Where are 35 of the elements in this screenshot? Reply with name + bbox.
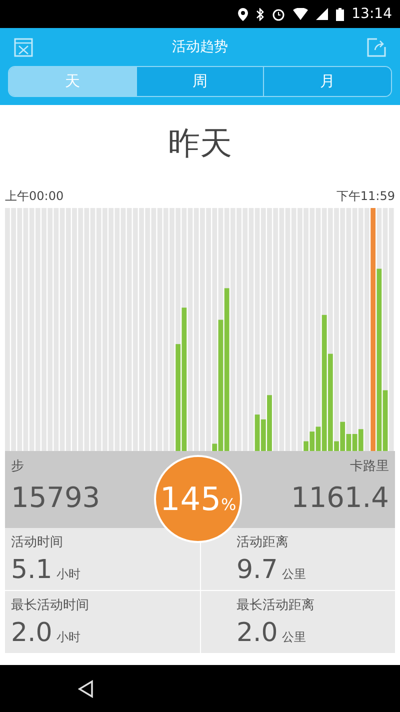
battery-icon [336, 8, 344, 20]
wifi-icon [292, 8, 308, 20]
stat-value: 5.1 [11, 555, 52, 585]
bluetooth-icon [256, 8, 264, 20]
signal-icon [316, 8, 328, 20]
status-time: 13:14 [352, 6, 392, 22]
end-time-label: 下午11:59 [336, 188, 395, 205]
calendar-icon[interactable] [14, 38, 33, 56]
page-title: 活动趋势 [172, 38, 228, 56]
period-tab[interactable]: 周 [136, 67, 264, 96]
stat-label: 活动时间 [11, 534, 64, 551]
stat-unit: 小时 [56, 629, 80, 646]
stat-value: 2.0 [236, 618, 278, 648]
day-title: 昨天 [167, 123, 233, 164]
stat-value: 9.7 [236, 555, 278, 585]
goal-percent: 145 [160, 480, 221, 518]
calories-value: 1161.4 [291, 481, 389, 514]
location-icon [238, 8, 248, 20]
start-time-label: 上午00:00 [5, 188, 64, 205]
calories-label: 卡路里 [350, 458, 389, 475]
period-tab[interactable]: 天 [9, 67, 136, 96]
stat-label: 活动距离 [236, 534, 290, 551]
steps-value: 15793 [11, 481, 100, 514]
stat-unit: 公里 [282, 566, 306, 583]
stat-unit: 小时 [56, 566, 80, 583]
stat-label: 最长活动时间 [11, 597, 90, 614]
stat-unit: 公里 [282, 629, 306, 646]
percent-sign: % [220, 494, 236, 514]
alarm-icon [272, 8, 285, 20]
stat-value: 2.0 [11, 618, 52, 648]
share-icon[interactable] [367, 38, 386, 56]
steps-label: 步 [11, 458, 24, 475]
stat-label: 最长活动距离 [236, 597, 316, 614]
back-icon[interactable] [78, 680, 94, 698]
period-tab[interactable]: 月 [263, 67, 391, 96]
